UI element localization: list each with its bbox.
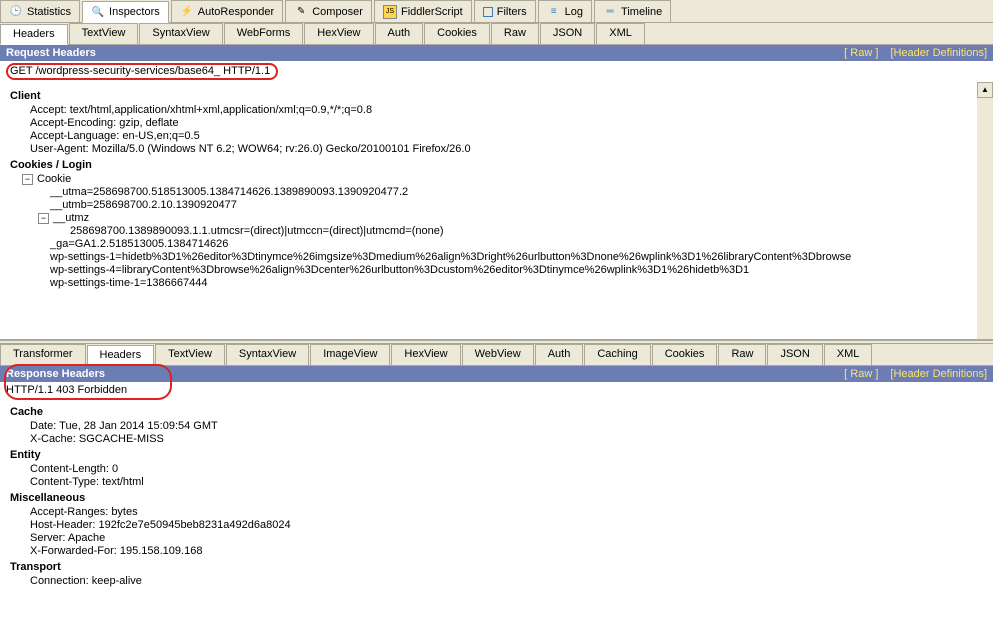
resp-tab-syntaxview[interactable]: SyntaxView [226, 344, 309, 365]
resp-tab-auth[interactable]: Auth [535, 344, 584, 365]
tab-fiddlerscript[interactable]: JS FiddlerScript [374, 0, 472, 22]
scroll-up-icon[interactable]: ▲ [977, 82, 993, 98]
tab-filters[interactable]: Filters [474, 0, 536, 22]
tab-inspectors[interactable]: 🔍 Inspectors [82, 1, 169, 23]
cookie-wp-settings-1[interactable]: wp-settings-1=hidetb%3D1%26editor%3Dtiny… [6, 251, 987, 263]
response-headers-title: Response Headers [6, 368, 105, 380]
resp-tab-webview[interactable]: WebView [462, 344, 534, 365]
header-accept-encoding[interactable]: Accept-Encoding: gzip, deflate [6, 117, 987, 129]
header-host-header[interactable]: Host-Header: 192fc2e7e50945beb8231a492d6… [6, 519, 987, 531]
tab-label: Statistics [27, 6, 71, 18]
header-content-length[interactable]: Content-Length: 0 [6, 463, 987, 475]
cookie-wp-settings-4[interactable]: wp-settings-4=libraryContent%3Dbrowse%26… [6, 264, 987, 276]
tab-label: Log [565, 6, 583, 18]
tab-label: Inspectors [109, 6, 160, 18]
main-tab-bar: 🕒 Statistics 🔍 Inspectors ⚡ AutoResponder ✎… [0, 0, 993, 23]
group-cache: Cache [6, 406, 987, 418]
cookie-utma[interactable]: __utma=258698700.518513005.1384714626.13… [6, 186, 987, 198]
header-accept-ranges[interactable]: Accept-Ranges: bytes [6, 506, 987, 518]
request-line-text: GET /wordpress-security-services/base64_… [10, 65, 270, 77]
req-tab-raw[interactable]: Raw [491, 23, 539, 44]
tab-label: Timeline [621, 6, 662, 18]
script-icon: JS [383, 5, 397, 19]
tab-autoresponder[interactable]: ⚡ AutoResponder [171, 0, 283, 22]
tab-statistics[interactable]: 🕒 Statistics [0, 0, 80, 22]
header-server[interactable]: Server: Apache [6, 532, 987, 544]
req-tab-cookies[interactable]: Cookies [424, 23, 490, 44]
response-tab-bar: Transformer Headers TextView SyntaxView … [0, 344, 993, 366]
cookie-tree-root[interactable]: −Cookie [6, 173, 987, 185]
req-tab-textview[interactable]: TextView [69, 23, 139, 44]
raw-link[interactable]: [ Raw ] [844, 47, 878, 59]
request-line-highlight: GET /wordpress-security-services/base64_… [6, 63, 278, 80]
timeline-icon: ═ [603, 5, 617, 19]
tab-log[interactable]: ≡ Log [538, 0, 592, 22]
scrollbar[interactable]: ▲ [977, 82, 993, 339]
resp-tab-raw[interactable]: Raw [718, 344, 766, 365]
req-tab-webforms[interactable]: WebForms [224, 23, 304, 44]
lightning-icon: ⚡ [180, 5, 194, 19]
header-accept-language[interactable]: Accept-Language: en-US,en;q=0.5 [6, 130, 987, 142]
tab-label: FiddlerScript [401, 6, 463, 18]
response-headers-bar: Response Headers [ Raw ] [Header Definit… [0, 366, 993, 382]
header-connection[interactable]: Connection: keep-alive [6, 575, 987, 587]
resp-tab-textview[interactable]: TextView [155, 344, 225, 365]
resp-tab-hexview[interactable]: HexView [391, 344, 460, 365]
response-content: Cache Date: Tue, 28 Jan 2014 15:09:54 GM… [0, 398, 993, 628]
resp-tab-headers[interactable]: Headers [87, 345, 155, 366]
cookie-utmb[interactable]: __utmb=258698700.2.10.1390920477 [6, 199, 987, 211]
cookie-utmz-node[interactable]: −__utmz [6, 212, 987, 224]
magnifier-icon: 🔍 [91, 5, 105, 19]
request-tab-bar: Headers TextView SyntaxView WebForms Hex… [0, 23, 993, 45]
tab-label: Filters [497, 6, 527, 18]
resp-tab-imageview[interactable]: ImageView [310, 344, 390, 365]
stopwatch-icon: 🕒 [9, 5, 23, 19]
resp-tab-cookies[interactable]: Cookies [652, 344, 718, 365]
request-content: ▲ Client Accept: text/html,application/x… [0, 82, 993, 340]
log-icon: ≡ [547, 5, 561, 19]
request-headers-bar: Request Headers [ Raw ] [Header Definiti… [0, 45, 993, 61]
group-entity: Entity [6, 449, 987, 461]
header-definitions-link[interactable]: [Header Definitions] [890, 47, 987, 59]
cookie-utmz-value[interactable]: 258698700.1389890093.1.1.utmcsr=(direct)… [6, 225, 987, 237]
header-date[interactable]: Date: Tue, 28 Jan 2014 15:09:54 GMT [6, 420, 987, 432]
resp-tab-transformer[interactable]: Transformer [0, 344, 86, 365]
resp-tab-json[interactable]: JSON [767, 344, 822, 365]
response-status-row: HTTP/1.1 403 Forbidden [0, 382, 993, 398]
tab-timeline[interactable]: ═ Timeline [594, 0, 671, 22]
req-tab-xml[interactable]: XML [596, 23, 645, 44]
header-user-agent[interactable]: User-Agent: Mozilla/5.0 (Windows NT 6.2;… [6, 143, 987, 155]
req-tab-auth[interactable]: Auth [375, 23, 424, 44]
tab-label: Composer [312, 6, 363, 18]
tree-collapse-icon[interactable]: − [38, 213, 49, 224]
req-tab-syntaxview[interactable]: SyntaxView [139, 23, 222, 44]
header-accept[interactable]: Accept: text/html,application/xhtml+xml,… [6, 104, 987, 116]
resp-tab-caching[interactable]: Caching [584, 344, 650, 365]
header-x-forwarded-for[interactable]: X-Forwarded-For: 195.158.109.168 [6, 545, 987, 557]
cookie-label: Cookie [37, 173, 71, 185]
request-line-row: GET /wordpress-security-services/base64_… [0, 61, 993, 82]
tab-label: AutoResponder [198, 6, 274, 18]
resp-tab-xml[interactable]: XML [824, 344, 873, 365]
tree-collapse-icon[interactable]: − [22, 174, 33, 185]
cookie-ga[interactable]: _ga=GA1.2.518513005.1384714626 [6, 238, 987, 250]
pencil-icon: ✎ [294, 5, 308, 19]
header-definitions-link[interactable]: [Header Definitions] [890, 368, 987, 380]
cookie-utmz-label: __utmz [53, 212, 89, 224]
header-xcache[interactable]: X-Cache: SGCACHE-MISS [6, 433, 987, 445]
group-client: Client [6, 90, 987, 102]
group-cookies: Cookies / Login [6, 159, 987, 171]
tab-composer[interactable]: ✎ Composer [285, 0, 372, 22]
cookie-wp-settings-time[interactable]: wp-settings-time-1=1386667444 [6, 277, 987, 289]
req-tab-json[interactable]: JSON [540, 23, 595, 44]
response-status-text: HTTP/1.1 403 Forbidden [6, 384, 127, 396]
raw-link[interactable]: [ Raw ] [844, 368, 878, 380]
header-content-type[interactable]: Content-Type: text/html [6, 476, 987, 488]
filter-icon [483, 7, 493, 17]
group-transport: Transport [6, 561, 987, 573]
req-tab-hexview[interactable]: HexView [304, 23, 373, 44]
request-headers-title: Request Headers [6, 47, 96, 59]
group-misc: Miscellaneous [6, 492, 987, 504]
req-tab-headers[interactable]: Headers [0, 24, 68, 45]
